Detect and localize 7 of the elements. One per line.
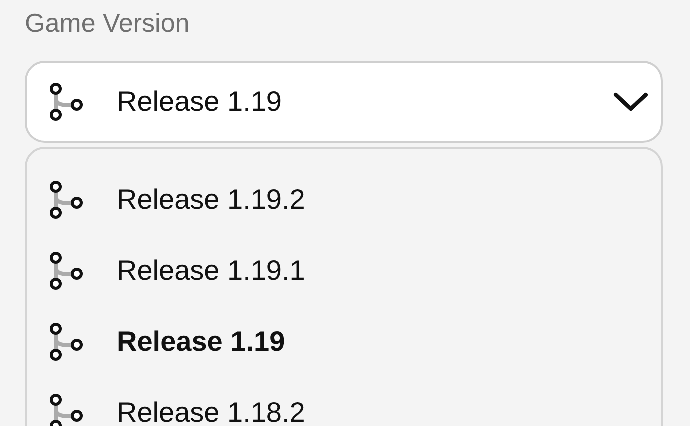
menu-option[interactable]: Release 1.19 (27, 306, 661, 378)
menu-option[interactable]: Release 1.18.2 (27, 377, 661, 426)
menu-option[interactable]: Release 1.19.1 (27, 235, 661, 306)
chevron-icon (613, 91, 649, 114)
field-label: Game Version (25, 8, 191, 40)
version-select[interactable]: Release 1.19 (25, 61, 663, 144)
menu-option[interactable]: Release 1.19.2 (27, 164, 661, 236)
